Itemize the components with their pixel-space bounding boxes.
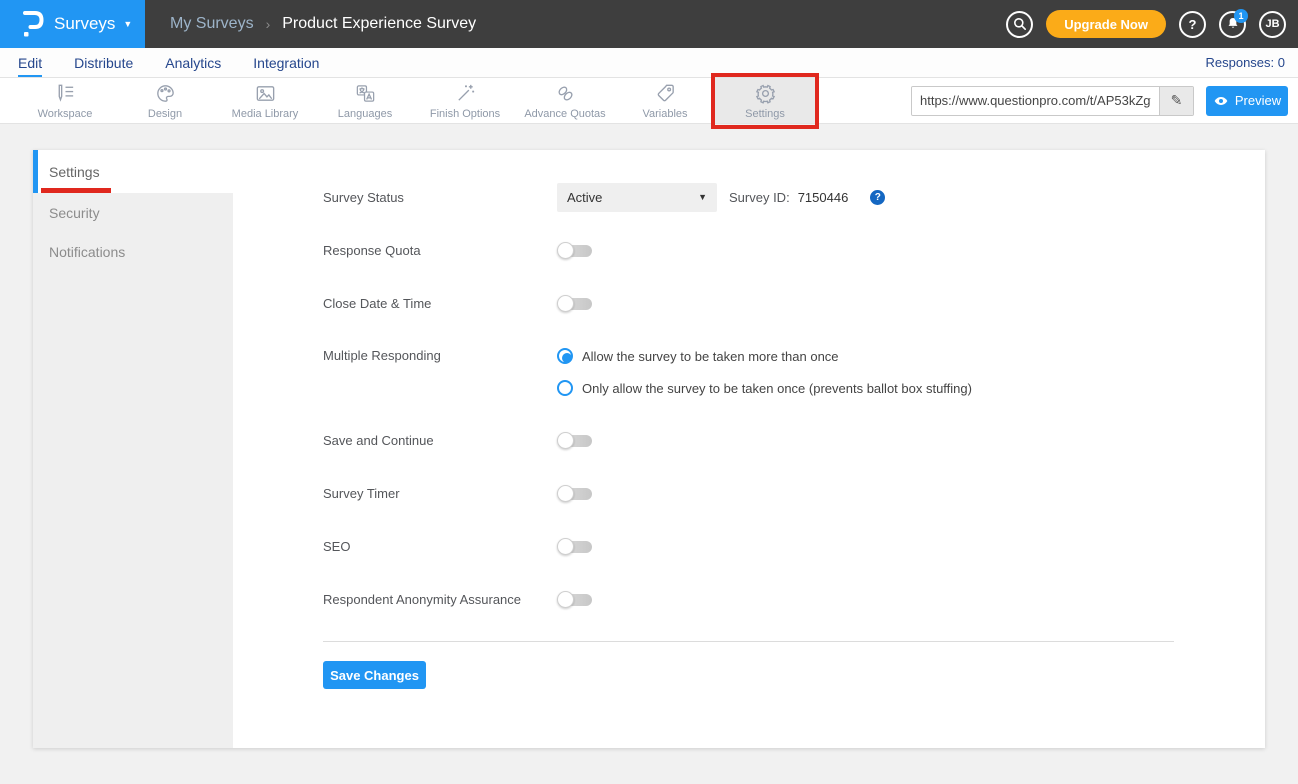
breadcrumb: My Surveys › Product Experience Survey [145, 15, 476, 33]
breadcrumb-my-surveys[interactable]: My Surveys [170, 15, 254, 33]
response-quota-row: Response Quota [323, 239, 1207, 261]
survey-id-block: Survey ID: 7150446 ? [729, 190, 885, 205]
search-icon [1012, 16, 1028, 32]
survey-status-dropdown[interactable]: Active ▼ [557, 183, 717, 212]
user-avatar[interactable]: JB [1259, 11, 1286, 38]
breadcrumb-separator-icon: › [266, 16, 271, 32]
radio-selected-icon[interactable] [557, 348, 573, 364]
seo-row: SEO [323, 535, 1207, 557]
save-and-continue-row: Save and Continue [323, 429, 1207, 451]
respondent-anonymity-row: Respondent Anonymity Assurance [323, 588, 1207, 610]
toolbar-item-workspace[interactable]: Workspace [15, 78, 115, 123]
toolbar-item-languages[interactable]: Languages [315, 78, 415, 123]
toolbar-item-media-library[interactable]: Media Library [215, 78, 315, 123]
notifications-button[interactable]: 1 [1219, 11, 1246, 38]
dropdown-caret-icon: ▼ [698, 192, 707, 202]
radio-unselected-icon[interactable] [557, 380, 573, 396]
radio-option-multiple-allowed[interactable]: Allow the survey to be taken more than o… [557, 345, 972, 367]
settings-form: Survey Status Active ▼ Survey ID: 715044… [233, 150, 1265, 748]
form-divider [323, 641, 1174, 642]
product-switcher[interactable]: Surveys ▼ [0, 0, 145, 48]
survey-url-input[interactable] [912, 87, 1159, 115]
sidebar-item-security[interactable]: Security [33, 193, 233, 232]
media-library-icon [254, 82, 277, 106]
preview-button[interactable]: Preview [1206, 86, 1288, 116]
toolbar-item-advance-quotas[interactable]: Advance Quotas [515, 78, 615, 123]
active-indicator-bar [33, 150, 38, 193]
edit-url-button[interactable]: ✎ [1159, 87, 1193, 115]
search-button[interactable] [1006, 11, 1033, 38]
survey-timer-toggle[interactable] [557, 485, 593, 502]
questionpro-logo-icon [22, 9, 44, 39]
sidebar-item-settings[interactable]: Settings [33, 150, 233, 193]
save-and-continue-toggle[interactable] [557, 432, 593, 449]
toolbar-item-design[interactable]: Design [115, 78, 215, 123]
toolbar-items: Workspace Design Media Library [15, 78, 815, 123]
workspace-icon [54, 82, 77, 106]
design-icon [154, 82, 177, 106]
tab-edit[interactable]: Edit [18, 48, 42, 77]
upgrade-now-button[interactable]: Upgrade Now [1046, 10, 1166, 38]
seo-toggle[interactable] [557, 538, 593, 555]
radio-option-once-only[interactable]: Only allow the survey to be taken once (… [557, 377, 972, 399]
multiple-responding-label: Multiple Responding [323, 348, 557, 363]
eye-icon [1213, 93, 1229, 109]
languages-icon [354, 82, 377, 106]
header-actions: Upgrade Now ? 1 JB [1006, 10, 1298, 38]
question-mark-icon: ? [1189, 17, 1197, 32]
advance-quotas-icon [554, 82, 577, 106]
survey-nav-row: Edit Distribute Analytics Integration Re… [0, 48, 1298, 77]
share-url-group: ✎ [911, 86, 1194, 116]
toolbar-item-finish-options[interactable]: Finish Options [415, 78, 515, 123]
multiple-responding-row: Multiple Responding Allow the survey to … [323, 345, 1207, 399]
toolbar-item-variables[interactable]: Variables [615, 78, 715, 123]
response-quota-toggle[interactable] [557, 242, 593, 259]
breadcrumb-current-survey: Product Experience Survey [282, 15, 476, 33]
sidebar-item-notifications[interactable]: Notifications [33, 232, 233, 271]
variables-icon [654, 82, 677, 106]
product-name: Surveys [54, 14, 115, 34]
top-header: Surveys ▼ My Surveys › Product Experienc… [0, 0, 1298, 48]
multiple-responding-options: Allow the survey to be taken more than o… [557, 345, 972, 399]
tab-distribute[interactable]: Distribute [74, 48, 133, 77]
survey-status-label: Survey Status [323, 190, 557, 205]
finish-options-icon [454, 82, 477, 106]
save-changes-button[interactable]: Save Changes [323, 661, 426, 689]
toolbar-item-settings[interactable]: Settings [715, 78, 815, 123]
survey-status-row: Survey Status Active ▼ Survey ID: 715044… [323, 186, 1207, 208]
close-date-time-row: Close Date & Time [323, 292, 1207, 314]
edit-toolbar: Workspace Design Media Library [0, 77, 1298, 124]
settings-gear-icon [754, 82, 777, 106]
respondent-anonymity-toggle[interactable] [557, 591, 593, 608]
sidebar-rest: Security Notifications [33, 193, 233, 748]
tab-analytics[interactable]: Analytics [165, 48, 221, 77]
tab-integration[interactable]: Integration [253, 48, 319, 77]
avatar-initials: JB [1265, 18, 1279, 30]
chevron-down-icon: ▼ [123, 19, 132, 29]
app-screen: Surveys ▼ My Surveys › Product Experienc… [0, 0, 1298, 784]
settings-sidebar: Settings Security Notifications [33, 150, 233, 748]
notification-badge: 1 [1234, 9, 1248, 23]
close-date-time-toggle[interactable] [557, 295, 593, 312]
survey-status-value: Active [567, 190, 602, 205]
pencil-icon: ✎ [1171, 92, 1183, 109]
survey-id-label: Survey ID: [729, 190, 790, 205]
survey-id-value: 7150446 [798, 190, 849, 205]
help-button[interactable]: ? [1179, 11, 1206, 38]
survey-timer-row: Survey Timer [323, 482, 1207, 504]
survey-nav-tabs: Edit Distribute Analytics Integration [18, 48, 319, 77]
toolbar-right: ✎ Preview [911, 86, 1298, 116]
responses-count: Responses: 0 [1206, 55, 1286, 70]
survey-id-help-icon[interactable]: ? [870, 190, 885, 205]
settings-panel: Settings Security Notifications Survey S… [33, 150, 1265, 748]
